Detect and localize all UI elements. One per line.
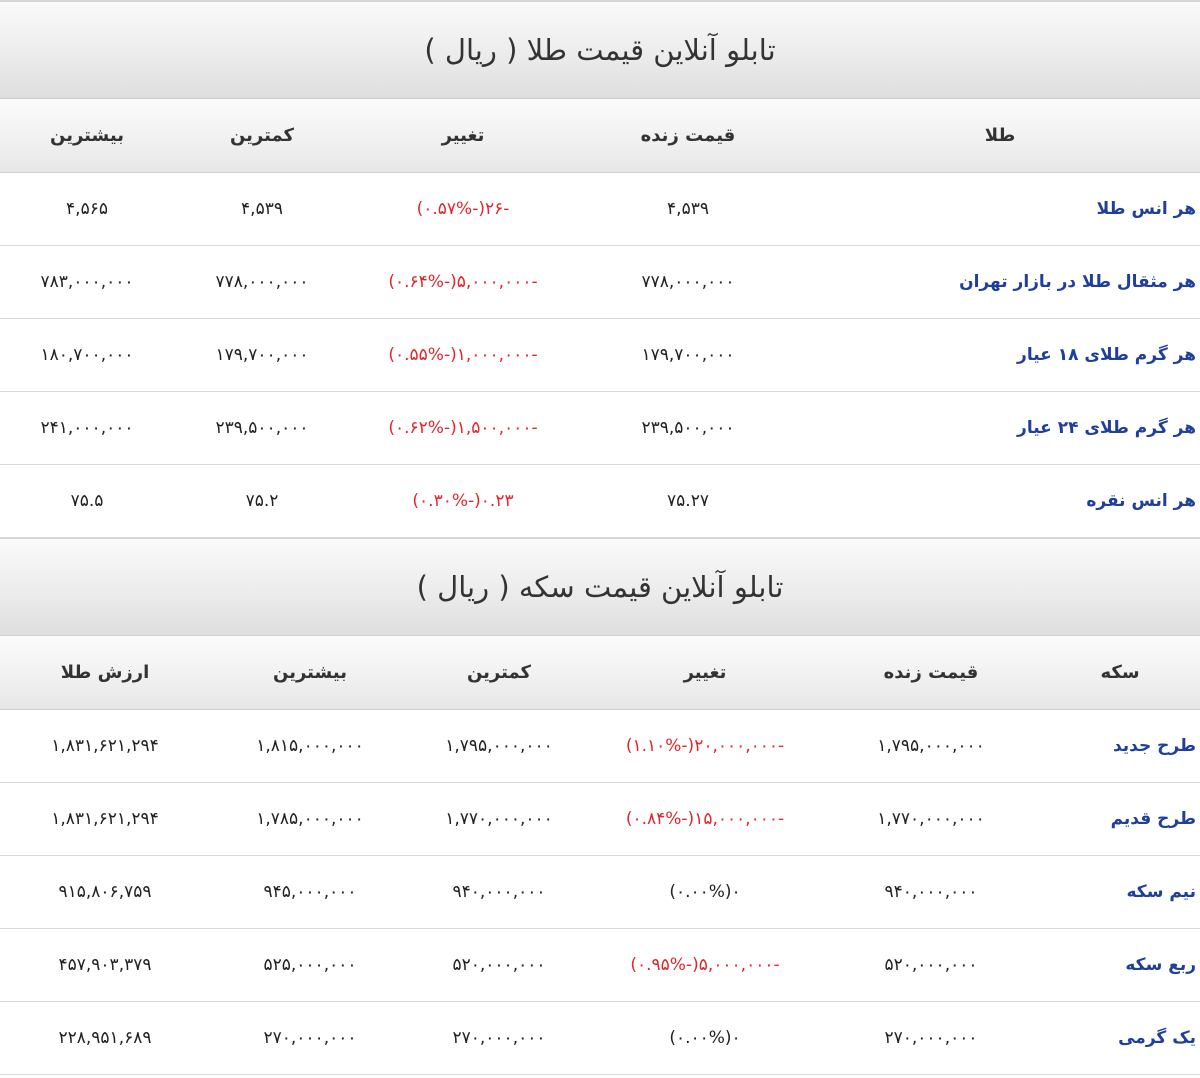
min-price: ۴,۵۳۹	[174, 172, 350, 246]
live-price: ۵۲۰,۰۰۰,۰۰۰	[822, 928, 1040, 1002]
live-price: ۱,۷۷۰,۰۰۰,۰۰۰	[822, 782, 1040, 856]
coin-board-title: تابلو آنلاین قیمت سکه ( ریال )	[416, 570, 784, 604]
price-change: -۵,۰۰۰,۰۰۰(-۰.۹۵%)	[588, 928, 822, 1002]
price-change: ۰(۰.۰۰%)	[588, 1001, 822, 1075]
header-live-price: قیمت زنده	[822, 636, 1040, 710]
price-page: تابلو آنلاین قیمت طلا ( ریال ) طلا قیمت …	[0, 0, 1200, 1078]
max-price: ۱,۸۱۵,۰۰۰,۰۰۰	[210, 709, 410, 783]
header-change: تغییر	[350, 99, 576, 173]
price-change: -۱۵,۰۰۰,۰۰۰(-۰.۸۴%)	[588, 782, 822, 856]
gold-price-board: تابلو آنلاین قیمت طلا ( ریال ) طلا قیمت …	[0, 1, 1200, 538]
live-price: ۹۴۰,۰۰۰,۰۰۰	[822, 855, 1040, 929]
max-price: ۴,۵۶۵	[0, 172, 174, 246]
max-price: ۱۸۰,۷۰۰,۰۰۰	[0, 318, 174, 392]
header-min: کمترین	[410, 636, 588, 710]
table-row: هر انس نقره ۷۵.۲۷ ۰.۲۳(-۰.۳۰%) ۷۵.۲ ۷۵.۵	[0, 464, 1200, 538]
min-price: ۹۴۰,۰۰۰,۰۰۰	[410, 855, 588, 929]
gold-price-table: طلا قیمت زنده تغییر کمترین بیشترین هر ان…	[0, 99, 1200, 538]
gold-value: ۴۵۷,۹۰۳,۳۷۹	[0, 928, 210, 1002]
header-min: کمترین	[174, 99, 350, 173]
item-link[interactable]: هر انس طلا	[800, 172, 1200, 246]
item-link[interactable]: طرح جدید	[1040, 709, 1200, 783]
table-row: هر گرم طلای ۱۸ عیار ۱۷۹,۷۰۰,۰۰۰ -۱,۰۰۰,۰…	[0, 318, 1200, 392]
max-price: ۷۸۳,۰۰۰,۰۰۰	[0, 245, 174, 319]
table-row: نیم سکه ۹۴۰,۰۰۰,۰۰۰ ۰(۰.۰۰%) ۹۴۰,۰۰۰,۰۰۰…	[0, 855, 1200, 929]
price-change: -۲۶(-۰.۵۷%)	[350, 172, 576, 246]
gold-value: ۲۲۸,۹۵۱,۶۸۹	[0, 1001, 210, 1075]
coin-table-header-row: سکه قیمت زنده تغییر کمترین بیشترین ارزش …	[0, 636, 1200, 710]
max-price: ۲۷۰,۰۰۰,۰۰۰	[210, 1001, 410, 1075]
header-max: بیشترین	[0, 99, 174, 173]
min-price: ۱,۷۷۰,۰۰۰,۰۰۰	[410, 782, 588, 856]
item-link[interactable]: ربع سکه	[1040, 928, 1200, 1002]
table-row: طرح جدید ۱,۷۹۵,۰۰۰,۰۰۰ -۲۰,۰۰۰,۰۰۰(-۱.۱۰…	[0, 709, 1200, 783]
header-gold: طلا	[800, 99, 1200, 173]
gold-board-title-bar: تابلو آنلاین قیمت طلا ( ریال )	[0, 1, 1200, 99]
live-price: ۱,۷۹۵,۰۰۰,۰۰۰	[822, 709, 1040, 783]
header-gold-value: ارزش طلا	[0, 636, 210, 710]
table-row: طرح قدیم ۱,۷۷۰,۰۰۰,۰۰۰ -۱۵,۰۰۰,۰۰۰(-۰.۸۴…	[0, 782, 1200, 856]
coin-price-board: تابلو آنلاین قیمت سکه ( ریال ) سکه قیمت …	[0, 538, 1200, 1075]
max-price: ۷۵.۵	[0, 464, 174, 538]
live-price: ۲۳۹,۵۰۰,۰۰۰	[576, 391, 800, 465]
gold-value: ۱,۸۳۱,۶۲۱,۲۹۴	[0, 709, 210, 783]
header-live-price: قیمت زنده	[576, 99, 800, 173]
max-price: ۵۲۵,۰۰۰,۰۰۰	[210, 928, 410, 1002]
price-change: ۰(۰.۰۰%)	[588, 855, 822, 929]
coin-board-title-bar: تابلو آنلاین قیمت سکه ( ریال )	[0, 538, 1200, 636]
min-price: ۷۷۸,۰۰۰,۰۰۰	[174, 245, 350, 319]
item-link[interactable]: یک گرمی	[1040, 1001, 1200, 1075]
live-price: ۷۷۸,۰۰۰,۰۰۰	[576, 245, 800, 319]
price-change: -۲۰,۰۰۰,۰۰۰(-۱.۱۰%)	[588, 709, 822, 783]
table-row: هر گرم طلای ۲۴ عیار ۲۳۹,۵۰۰,۰۰۰ -۱,۵۰۰,۰…	[0, 391, 1200, 465]
live-price: ۲۷۰,۰۰۰,۰۰۰	[822, 1001, 1040, 1075]
gold-value: ۱,۸۳۱,۶۲۱,۲۹۴	[0, 782, 210, 856]
gold-board-title: تابلو آنلاین قیمت طلا ( ریال )	[424, 33, 776, 67]
gold-table-header-row: طلا قیمت زنده تغییر کمترین بیشترین	[0, 99, 1200, 173]
live-price: ۴,۵۳۹	[576, 172, 800, 246]
max-price: ۱,۷۸۵,۰۰۰,۰۰۰	[210, 782, 410, 856]
item-link[interactable]: هر گرم طلای ۲۴ عیار	[800, 391, 1200, 465]
table-row: ربع سکه ۵۲۰,۰۰۰,۰۰۰ -۵,۰۰۰,۰۰۰(-۰.۹۵%) ۵…	[0, 928, 1200, 1002]
item-link[interactable]: نیم سکه	[1040, 855, 1200, 929]
table-row: هر مثقال طلا در بازار تهران ۷۷۸,۰۰۰,۰۰۰ …	[0, 245, 1200, 319]
live-price: ۱۷۹,۷۰۰,۰۰۰	[576, 318, 800, 392]
min-price: ۱,۷۹۵,۰۰۰,۰۰۰	[410, 709, 588, 783]
item-link[interactable]: هر گرم طلای ۱۸ عیار	[800, 318, 1200, 392]
item-link[interactable]: هر انس نقره	[800, 464, 1200, 538]
max-price: ۲۴۱,۰۰۰,۰۰۰	[0, 391, 174, 465]
table-row: هر انس طلا ۴,۵۳۹ -۲۶(-۰.۵۷%) ۴,۵۳۹ ۴,۵۶۵	[0, 172, 1200, 246]
header-max: بیشترین	[210, 636, 410, 710]
header-coin: سکه	[1040, 636, 1200, 710]
min-price: ۷۵.۲	[174, 464, 350, 538]
item-link[interactable]: طرح قدیم	[1040, 782, 1200, 856]
min-price: ۱۷۹,۷۰۰,۰۰۰	[174, 318, 350, 392]
table-row: یک گرمی ۲۷۰,۰۰۰,۰۰۰ ۰(۰.۰۰%) ۲۷۰,۰۰۰,۰۰۰…	[0, 1001, 1200, 1075]
min-price: ۲۷۰,۰۰۰,۰۰۰	[410, 1001, 588, 1075]
header-change: تغییر	[588, 636, 822, 710]
price-change: -۵,۰۰۰,۰۰۰(-۰.۶۴%)	[350, 245, 576, 319]
live-price: ۷۵.۲۷	[576, 464, 800, 538]
max-price: ۹۴۵,۰۰۰,۰۰۰	[210, 855, 410, 929]
price-change: -۱,۰۰۰,۰۰۰(-۰.۵۵%)	[350, 318, 576, 392]
item-link[interactable]: هر مثقال طلا در بازار تهران	[800, 245, 1200, 319]
min-price: ۲۳۹,۵۰۰,۰۰۰	[174, 391, 350, 465]
price-change: ۰.۲۳(-۰.۳۰%)	[350, 464, 576, 538]
price-change: -۱,۵۰۰,۰۰۰(-۰.۶۲%)	[350, 391, 576, 465]
min-price: ۵۲۰,۰۰۰,۰۰۰	[410, 928, 588, 1002]
gold-value: ۹۱۵,۸۰۶,۷۵۹	[0, 855, 210, 929]
coin-price-table: سکه قیمت زنده تغییر کمترین بیشترین ارزش …	[0, 636, 1200, 1075]
